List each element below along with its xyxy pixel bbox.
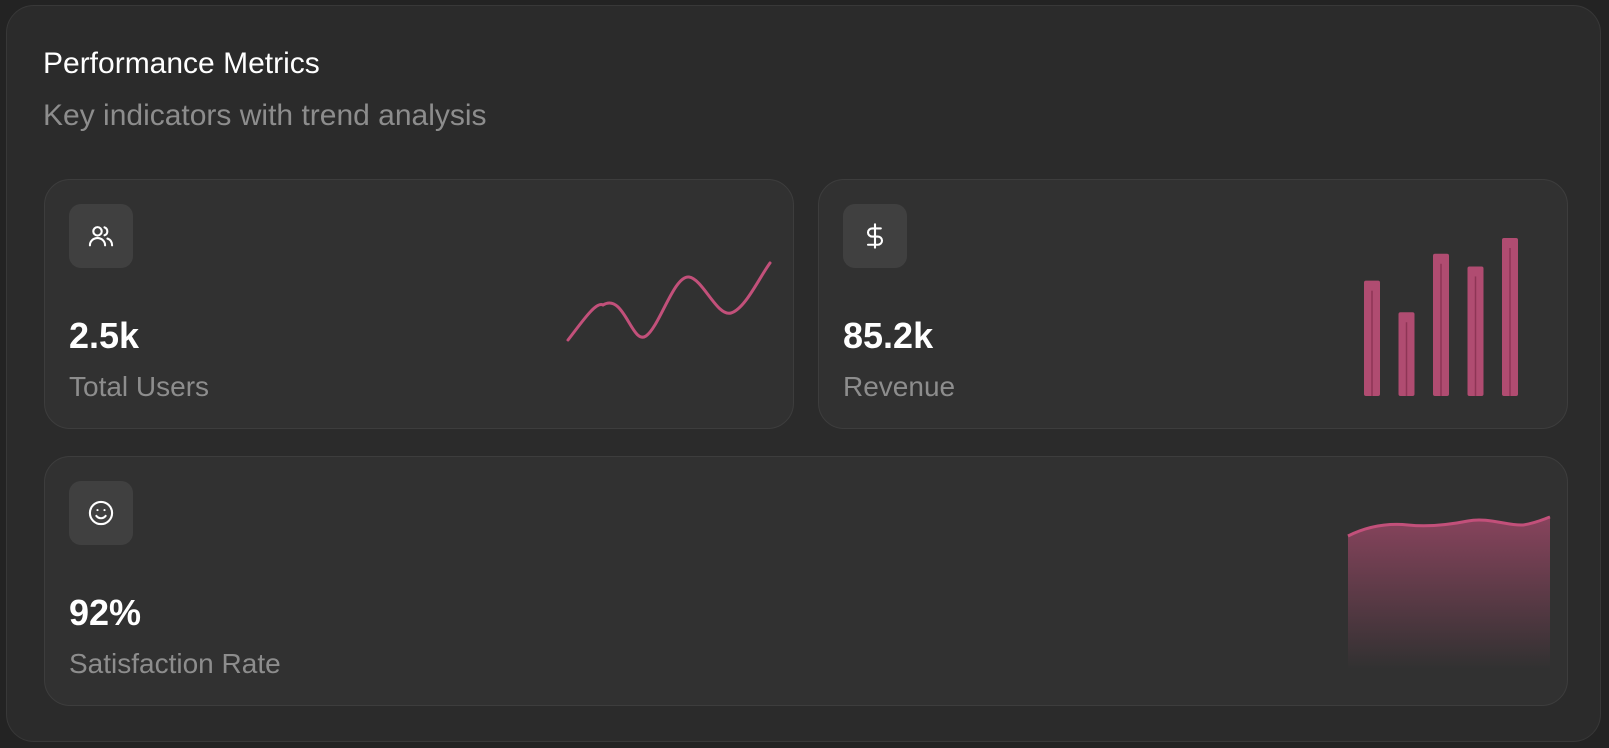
users-trend-line	[566, 261, 772, 342]
performance-metrics-panel: Performance Metrics Key indicators with …	[6, 5, 1601, 742]
panel-title: Performance Metrics	[43, 47, 320, 80]
satisfaction-area-fill	[1348, 517, 1550, 669]
metric-value: 2.5k	[69, 315, 140, 356]
metric-label: Revenue	[843, 371, 956, 402]
metric-card-revenue[interactable]: 85.2k Revenue	[818, 179, 1568, 429]
metric-card-total-users[interactable]: 2.5k Total Users	[44, 179, 794, 429]
satisfaction-area-chart	[1347, 515, 1551, 669]
metric-label: Total Users	[69, 371, 210, 402]
metric-label: Satisfaction Rate	[69, 648, 281, 679]
dollar-icon	[843, 204, 907, 268]
metric-value: 92%	[69, 592, 142, 633]
users-icon	[69, 204, 133, 268]
revenue-bar-chart	[1364, 238, 1518, 396]
metric-value: 85.2k	[843, 315, 934, 356]
panel-subtitle: Key indicators with trend analysis	[43, 99, 487, 132]
metric-card-satisfaction-rate[interactable]: 92% Satisfaction Rate	[44, 456, 1568, 706]
users-trend-line-chart	[566, 261, 772, 342]
smile-icon	[69, 481, 133, 545]
